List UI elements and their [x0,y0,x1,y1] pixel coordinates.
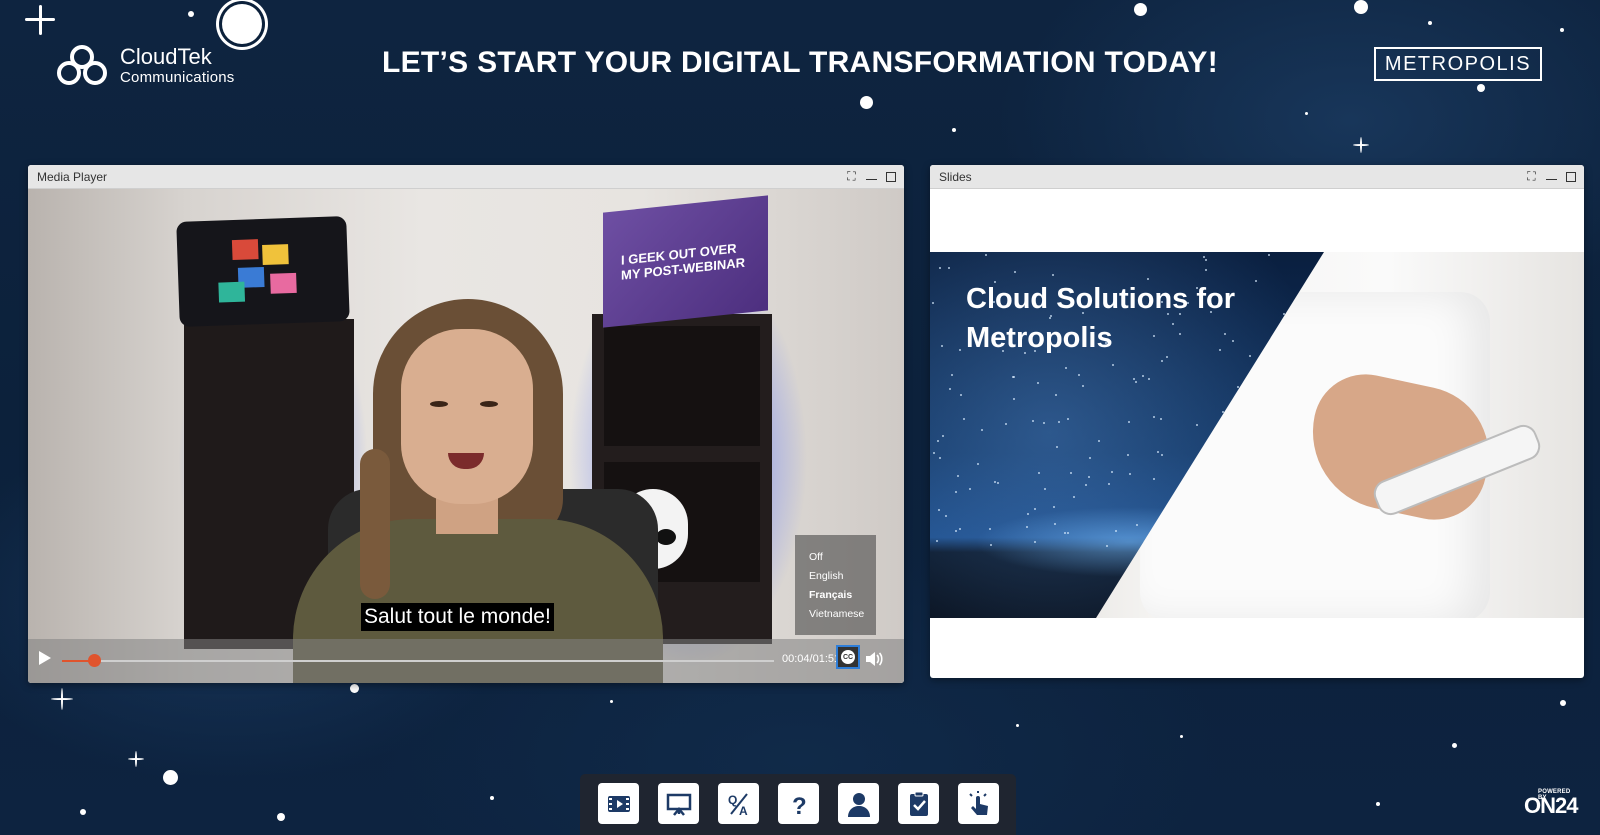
progress-slider[interactable] [62,660,774,662]
slides-icon [665,790,693,818]
on24-logo: POWERED BY ON24 [1524,793,1577,819]
progress-thumb[interactable] [88,654,101,667]
maximize-icon[interactable] [1566,172,1576,182]
svg-text:?: ? [792,793,807,818]
cc-icon: CC [841,650,855,664]
presenter-face [401,329,533,504]
powered-by-text: POWERED BY [1538,789,1577,801]
media-player-tool-button[interactable] [598,783,639,824]
media-player-icon [605,790,633,818]
slide-heading-line2: Metropolis [966,319,1235,358]
page-headline: LET’S START YOUR DIGITAL TRANSFORMATION … [0,46,1600,80]
volume-icon[interactable] [864,649,884,669]
cc-option-english[interactable]: English [809,567,876,586]
qa-tool-button[interactable]: Q A [718,783,759,824]
play-icon[interactable] [39,651,51,665]
fullscreen-icon[interactable]: ⛶ [846,171,857,182]
speaker-icon [845,790,873,818]
svg-text:Q: Q [728,793,737,807]
media-player-window: Media Player ⛶ I GEEK OUT OVER MY POST-WE… [28,165,904,683]
speaker-bio-tool-button[interactable] [838,783,879,824]
cc-button[interactable]: CC [836,645,860,669]
closed-caption-menu: Off English Français Vietnamese [795,535,876,635]
poster: I GEEK OUT OVER MY POST-WEBINAR [603,195,768,327]
video-controls: 00:04/01:51 CC [28,639,904,683]
fullscreen-icon[interactable]: ⛶ [1526,171,1537,182]
event-badge: METROPOLIS [1374,47,1542,81]
media-player-titlebar[interactable]: Media Player ⛶ [28,165,904,189]
cc-option-off[interactable]: Off [809,548,876,567]
help-tool-button[interactable]: ? [778,783,819,824]
svg-text:A: A [739,804,748,818]
slides-title: Slides [939,170,972,184]
translate-icon: Q A [725,790,753,818]
media-player-title: Media Player [37,170,107,184]
slide-heading-line1: Cloud Solutions for [966,280,1235,319]
cc-option-francais[interactable]: Français [809,586,876,605]
minimize-icon[interactable] [1546,174,1557,180]
engagement-icon [965,790,993,818]
slides-tool-button[interactable] [658,783,699,824]
slides-window: Slides ⛶ Cloud Solutions for Metropolis [930,165,1584,678]
maximize-icon[interactable] [886,172,896,182]
bottom-toolbar: Q A ? [580,774,1016,835]
slides-titlebar[interactable]: Slides ⛶ [930,165,1584,189]
playback-time: 00:04/01:51 [782,653,840,665]
cc-option-vietnamese[interactable]: Vietnamese [809,605,876,624]
slide-image: Cloud Solutions for Metropolis [930,252,1584,618]
pillow [176,216,350,327]
survey-tool-button[interactable] [898,783,939,824]
presenter-braid [360,449,390,599]
engagement-tool-button[interactable] [958,783,999,824]
survey-icon [905,790,933,818]
slide-heading: Cloud Solutions for Metropolis [966,280,1235,358]
video-caption: Salut tout le monde! [361,603,554,631]
minimize-icon[interactable] [866,174,877,180]
video-frame[interactable]: I GEEK OUT OVER MY POST-WEBINAR Salut tou… [28,189,904,683]
help-icon: ? [785,790,813,818]
